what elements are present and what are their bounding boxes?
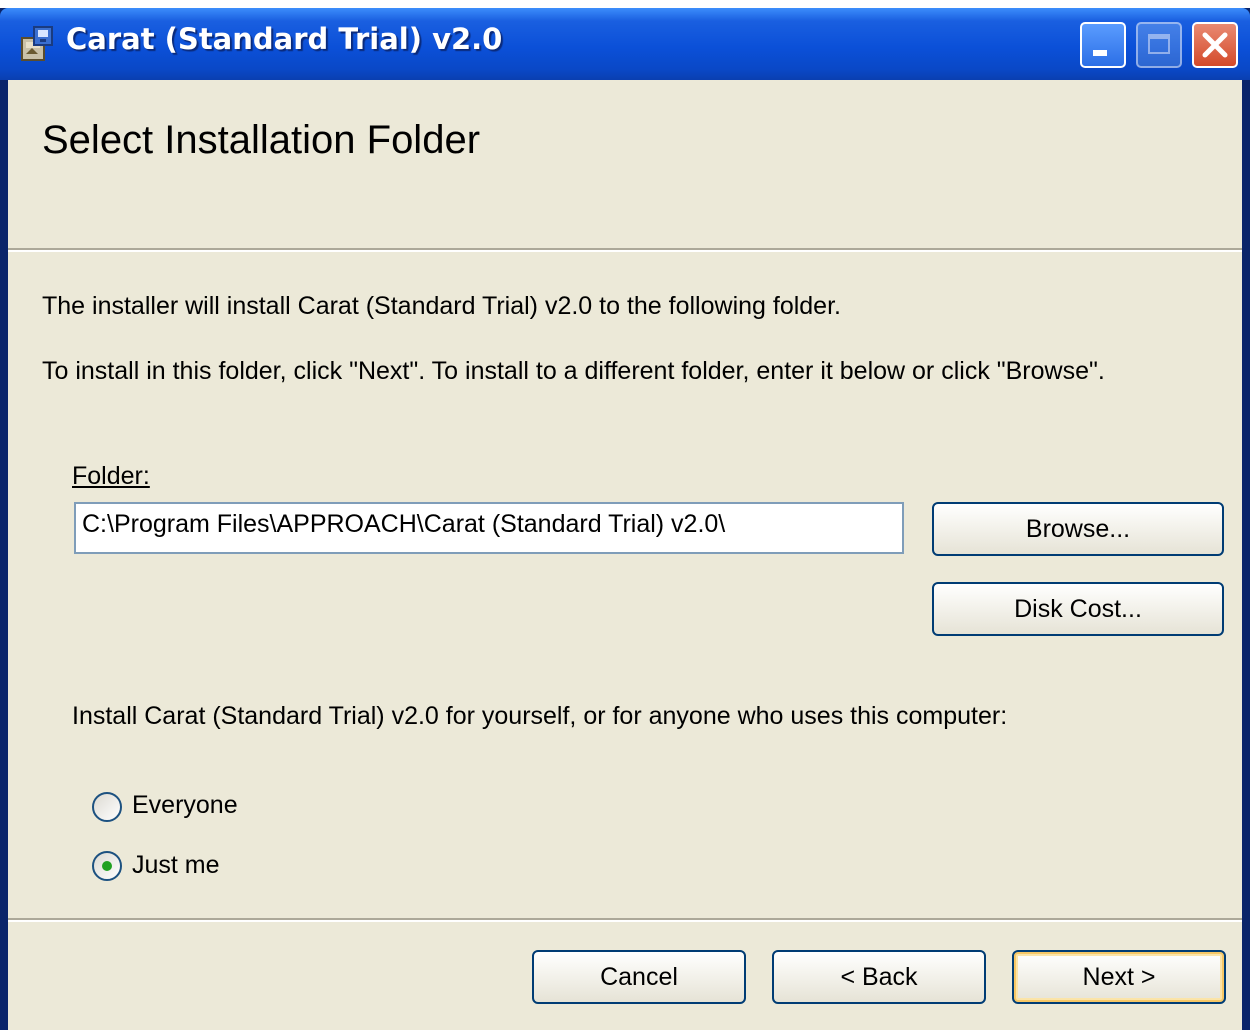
install-for-label: Install Carat (Standard Trial) v2.0 for … bbox=[72, 702, 1008, 730]
dialog-header: Select Installation Folder bbox=[8, 80, 1242, 248]
installer-package-icon bbox=[21, 26, 53, 61]
folder-label: Folder: bbox=[72, 462, 150, 491]
just-me-radio-label[interactable]: Just me bbox=[132, 851, 220, 880]
back-button[interactable]: < Back bbox=[772, 950, 986, 1004]
page-title: Select Installation Folder bbox=[42, 118, 481, 162]
title-bar[interactable]: Carat (Standard Trial) v2.0 bbox=[0, 8, 1250, 80]
window-title: Carat (Standard Trial) v2.0 bbox=[66, 22, 503, 56]
close-button[interactable] bbox=[1192, 22, 1238, 68]
instruction-text: To install in this folder, click "Next".… bbox=[42, 357, 1105, 385]
minimize-button[interactable] bbox=[1080, 22, 1126, 68]
dialog-client-area: Select Installation Folder The installer… bbox=[8, 80, 1242, 1030]
close-icon bbox=[1202, 32, 1228, 58]
folder-label-text: Folder: bbox=[72, 462, 150, 490]
folder-path-input[interactable]: C:\Program Files\APPROACH\Carat (Standar… bbox=[74, 502, 904, 554]
everyone-radio-label[interactable]: Everyone bbox=[132, 791, 238, 820]
installer-window: Carat (Standard Trial) v2.0 Select Insta… bbox=[0, 8, 1250, 1030]
browse-button[interactable]: Browse... bbox=[932, 502, 1224, 556]
cancel-button[interactable]: Cancel bbox=[532, 950, 746, 1004]
footer-divider bbox=[8, 918, 1242, 922]
intro-text: The installer will install Carat (Standa… bbox=[42, 292, 841, 320]
disk-cost-button[interactable]: Disk Cost... bbox=[932, 582, 1224, 636]
maximize-button bbox=[1136, 22, 1182, 68]
just-me-radio[interactable] bbox=[92, 851, 122, 881]
everyone-radio[interactable] bbox=[92, 792, 122, 822]
radio-selected-dot bbox=[102, 861, 112, 871]
next-button[interactable]: Next > bbox=[1012, 950, 1226, 1004]
header-divider bbox=[8, 248, 1242, 252]
